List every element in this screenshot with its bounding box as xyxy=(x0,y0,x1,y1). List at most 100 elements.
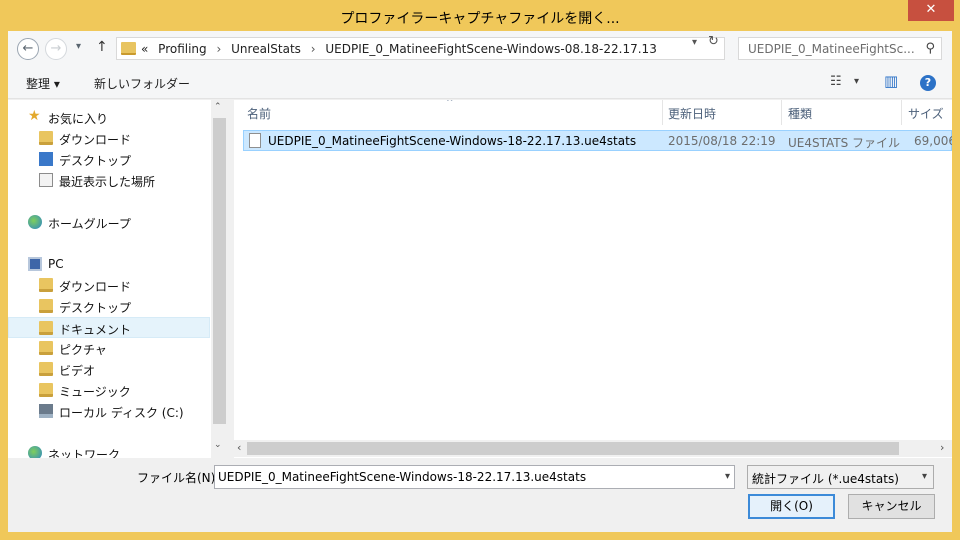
column-header-size[interactable]: サイズ xyxy=(908,105,944,130)
nav-item-documents[interactable]: ドキュメント xyxy=(8,317,210,338)
nav-item-music[interactable]: ミュージック xyxy=(8,380,210,401)
filename-value: UEDPIE_0_MatineeFightScene-Windows-18-22… xyxy=(218,470,587,484)
nav-item-label: 最近表示した場所 xyxy=(59,175,156,189)
pictures-folder-icon xyxy=(39,341,53,355)
navigation-bar: ← → ▾ ↑ « Profiling › UnrealStats › UEDP… xyxy=(8,31,952,67)
nav-item-recent-places[interactable]: 最近表示した場所 xyxy=(8,170,210,191)
column-header-type[interactable]: 種類 xyxy=(788,105,812,130)
scrollbar-thumb[interactable] xyxy=(213,118,226,424)
chevron-down-icon[interactable]: ▾ xyxy=(922,471,927,482)
view-dropdown-icon[interactable]: ▾ xyxy=(854,76,859,87)
column-header-name[interactable]: 名前 xyxy=(247,105,271,130)
forward-button[interactable]: → xyxy=(45,38,67,60)
address-bar[interactable]: « Profiling › UnrealStats › UEDPIE_0_Mat… xyxy=(116,37,725,60)
file-size: 69,006 xyxy=(914,134,952,148)
star-icon: ★ xyxy=(28,108,41,124)
nav-item-label: ミュージック xyxy=(59,385,131,399)
table-row[interactable]: UEDPIE_0_MatineeFightScene-Windows-18-22… xyxy=(243,130,952,151)
desktop-icon xyxy=(39,152,53,166)
preview-pane-icon[interactable]: ▥ xyxy=(884,72,898,90)
help-icon[interactable]: ? xyxy=(920,75,936,91)
network-icon xyxy=(28,446,42,458)
breadcrumb-overflow[interactable]: « xyxy=(141,42,148,56)
nav-item-desktop[interactable]: デスクトップ xyxy=(8,149,210,170)
breadcrumb-separator[interactable]: › xyxy=(217,42,222,56)
scroll-left-icon[interactable]: ‹ xyxy=(237,441,241,454)
breadcrumb-item[interactable]: Profiling xyxy=(158,42,207,56)
filename-field[interactable]: UEDPIE_0_MatineeFightScene-Windows-18-22… xyxy=(214,465,735,489)
column-divider[interactable] xyxy=(781,100,782,125)
file-modified: 2015/08/18 22:19 xyxy=(668,134,776,148)
search-input[interactable]: UEDPIE_0_MatineeFightSc... ⚲ xyxy=(738,37,942,60)
nav-item-pc-desktop[interactable]: デスクトップ xyxy=(8,296,210,317)
search-icon[interactable]: ⚲ xyxy=(925,41,935,56)
dialog-client: ← → ▾ ↑ « Profiling › UnrealStats › UEDP… xyxy=(8,31,952,532)
up-icon[interactable]: ↑ xyxy=(96,39,108,55)
open-button[interactable]: 開く(O) xyxy=(748,494,835,519)
column-divider[interactable] xyxy=(662,100,663,125)
breadcrumb-item[interactable]: UnrealStats xyxy=(231,42,301,56)
nav-item-label: ホームグループ xyxy=(48,217,131,231)
nav-item-pc[interactable]: PC xyxy=(8,254,210,275)
nav-item-label: ビデオ xyxy=(59,364,96,378)
scroll-right-icon[interactable]: › xyxy=(940,441,944,454)
refresh-icon[interactable]: ↻ xyxy=(708,34,719,49)
desktop-folder-icon xyxy=(39,299,53,313)
column-header-modified[interactable]: 更新日時 xyxy=(668,105,716,130)
nav-item-label: ダウンロード xyxy=(59,133,132,147)
filelist-scrollbar[interactable]: ‹ › xyxy=(234,440,952,457)
nav-item-label: ネットワーク xyxy=(48,448,121,458)
back-button[interactable]: ← xyxy=(17,38,39,60)
cancel-button[interactable]: キャンセル xyxy=(848,494,935,519)
recent-places-icon xyxy=(39,173,53,187)
nav-item-videos[interactable]: ビデオ xyxy=(8,359,210,380)
nav-item-local-disk[interactable]: ローカル ディスク (C:) xyxy=(8,401,210,422)
filetype-select[interactable]: 統計ファイル (*.ue4stats) ▾ xyxy=(747,465,934,489)
nav-item-favorites[interactable]: ★ お気に入り xyxy=(8,107,210,128)
nav-item-network[interactable]: ネットワーク xyxy=(8,443,210,458)
nav-item-label: お気に入り xyxy=(48,112,109,126)
navpane-scrollbar[interactable]: ⌃ ⌄ xyxy=(211,100,228,458)
nav-item-label: ダウンロード xyxy=(59,280,132,294)
pc-icon xyxy=(28,257,42,271)
scrollbar-thumb[interactable] xyxy=(247,442,899,455)
nav-item-label: ピクチャ xyxy=(59,343,107,357)
close-button[interactable]: ✕ xyxy=(908,0,954,21)
change-view-icon[interactable]: ☷ xyxy=(830,74,842,89)
breadcrumb-item[interactable]: UEDPIE_0_MatineeFightScene-Windows-08.18… xyxy=(325,42,656,56)
dialog-window: プロファイラーキャプチャファイルを開く... ✕ ← → ▾ ↑ « Profi… xyxy=(0,0,960,540)
file-name: UEDPIE_0_MatineeFightScene-Windows-18-22… xyxy=(268,134,637,148)
organize-button[interactable]: 整理 ▾ xyxy=(26,75,60,92)
nav-item-pc-downloads[interactable]: ダウンロード xyxy=(8,275,210,296)
scroll-up-icon[interactable]: ⌃ xyxy=(214,102,222,112)
file-type: UE4STATS ファイル xyxy=(788,136,901,150)
scroll-down-icon[interactable]: ⌄ xyxy=(214,440,222,450)
downloads-folder-icon xyxy=(39,131,53,145)
recent-locations-icon[interactable]: ▾ xyxy=(76,41,81,52)
column-divider[interactable] xyxy=(901,100,902,125)
filetype-value: 統計ファイル (*.ue4stats) xyxy=(752,472,899,486)
address-dropdown-icon[interactable]: ▾ xyxy=(692,37,697,48)
command-toolbar: 整理 ▾ 新しいフォルダー ☷ ▾ ▥ ? xyxy=(8,67,952,99)
nav-item-homegroup[interactable]: ホームグループ xyxy=(8,212,210,233)
nav-item-label: ローカル ディスク (C:) xyxy=(59,406,184,420)
file-list[interactable]: ^ 名前 更新日時 種類 サイズ UEDPIE_0_MatineeFightSc… xyxy=(234,100,952,458)
search-placeholder: UEDPIE_0_MatineeFightSc... xyxy=(748,42,915,56)
nav-item-downloads[interactable]: ダウンロード xyxy=(8,128,210,149)
music-folder-icon xyxy=(39,383,53,397)
nav-item-label: デスクトップ xyxy=(59,154,132,168)
nav-item-label: ドキュメント xyxy=(59,323,132,337)
new-folder-button[interactable]: 新しいフォルダー xyxy=(94,75,190,92)
navigation-pane[interactable]: ★ お気に入り ダウンロード デスクトップ 最近表示した場所 ホームグループ P… xyxy=(8,100,228,458)
nav-item-pictures[interactable]: ピクチャ xyxy=(8,338,210,359)
breadcrumb-separator[interactable]: › xyxy=(311,42,316,56)
folder-icon xyxy=(121,42,136,55)
homegroup-icon xyxy=(28,215,42,229)
nav-item-label: PC xyxy=(48,257,64,271)
breadcrumb: « Profiling › UnrealStats › UEDPIE_0_Mat… xyxy=(141,42,657,56)
chevron-down-icon[interactable]: ▾ xyxy=(725,471,730,482)
disk-icon xyxy=(39,404,53,418)
sort-ascending-icon: ^ xyxy=(446,100,454,108)
window-title: プロファイラーキャプチャファイルを開く... xyxy=(340,11,620,27)
title-bar[interactable]: プロファイラーキャプチャファイルを開く... ✕ xyxy=(0,0,960,32)
